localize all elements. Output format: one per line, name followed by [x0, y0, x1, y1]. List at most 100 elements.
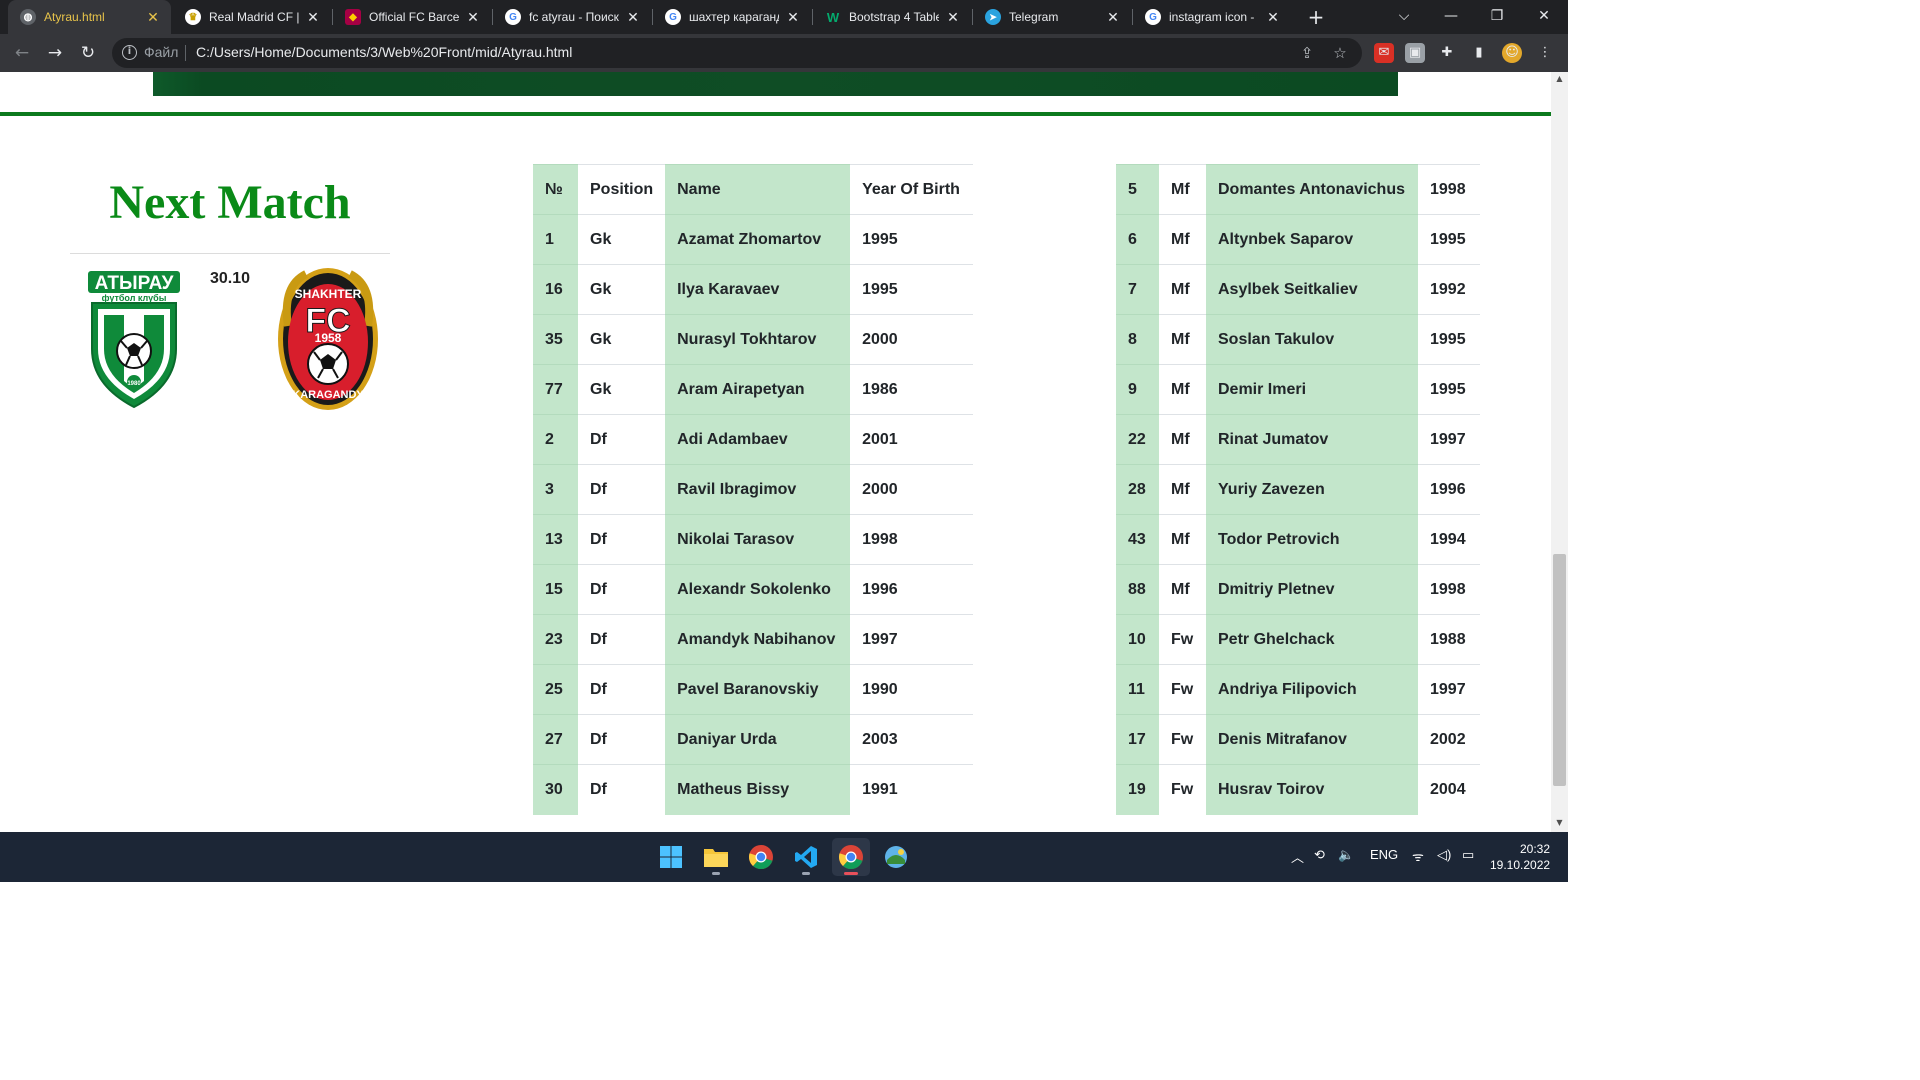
- player-year-of-birth: 1998: [1418, 564, 1480, 615]
- player-position: Mf: [1159, 364, 1206, 415]
- player-name: Adi Adambaev: [665, 414, 851, 465]
- tab-bootstrap-table[interactable]: W Bootstrap 4 Table ✕: [813, 0, 971, 34]
- address-bar[interactable]: i Файл C:/Users/Home/Documents/3/Web%20F…: [112, 38, 1362, 68]
- player-number: 9: [1116, 364, 1159, 415]
- close-icon[interactable]: ✕: [625, 9, 641, 26]
- table-row: 9 Mf Demir Imeri 1995: [1116, 364, 1480, 415]
- profile-avatar[interactable]: ☺: [1502, 43, 1522, 63]
- scroll-down-arrow-icon[interactable]: ▼: [1551, 818, 1568, 830]
- player-number: 19: [1116, 764, 1159, 815]
- bookmark-star-icon[interactable]: ☆: [1331, 44, 1349, 62]
- tab-title: Atyrau.html: [44, 10, 105, 24]
- close-icon[interactable]: ✕: [1265, 9, 1281, 26]
- player-year-of-birth: 2002: [1418, 714, 1480, 765]
- tab-telegram[interactable]: ➤ Telegram ✕: [973, 0, 1131, 34]
- restore-button[interactable]: ❐: [1474, 0, 1520, 34]
- player-position: Df: [578, 714, 666, 765]
- player-number: 28: [1116, 464, 1159, 515]
- close-icon[interactable]: ✕: [945, 9, 961, 26]
- player-name: Amandyk Nabihanov: [665, 614, 851, 665]
- tab-instagram-search[interactable]: G instagram icon - ✕: [1133, 0, 1291, 34]
- extensions-puzzle-icon[interactable]: ✚: [1437, 43, 1457, 63]
- tab-title: Telegram: [1009, 10, 1059, 24]
- close-icon[interactable]: ✕: [145, 9, 161, 26]
- player-name: Dmitriy Pletnev: [1206, 564, 1418, 615]
- player-number: 88: [1116, 564, 1159, 615]
- player-position: Df: [578, 614, 666, 665]
- minimize-button[interactable]: —: [1428, 0, 1474, 34]
- url-text[interactable]: C:/Users/Home/Documents/3/Web%20Front/mi…: [196, 44, 572, 60]
- windows-start-icon: [660, 846, 682, 868]
- menu-kebab-icon[interactable]: ⋮: [1535, 43, 1555, 63]
- tab-search-icon[interactable]: ⌵: [1381, 0, 1427, 34]
- extension-icon[interactable]: ▣: [1405, 43, 1425, 63]
- tab-fc-atyrau-search[interactable]: G fc atyrau - Поиск ✕: [493, 0, 651, 34]
- player-position: Gk: [578, 214, 666, 265]
- language-indicator[interactable]: ENG: [1370, 847, 1398, 862]
- back-button[interactable]: ←: [10, 41, 34, 65]
- barcelona-icon: ◆: [345, 9, 361, 25]
- player-number: 1: [533, 214, 578, 265]
- player-position: Fw: [1159, 614, 1206, 665]
- player-number: 10: [1116, 614, 1159, 665]
- table-row: 6 Mf Altynbek Saparov 1995: [1116, 214, 1480, 265]
- windows-start-button[interactable]: [652, 838, 690, 876]
- tray-chevron-up-icon[interactable]: ︿: [1291, 847, 1304, 866]
- player-year-of-birth: 1997: [1418, 414, 1480, 465]
- speaker-icon[interactable]: ◁): [1437, 847, 1451, 863]
- google-icon: G: [665, 9, 681, 25]
- player-name: Yuriy Zavezen: [1206, 464, 1418, 515]
- info-icon[interactable]: i: [122, 45, 137, 60]
- table-row: 88 Mf Dmitriy Pletnev 1998: [1116, 564, 1480, 615]
- player-position: Mf: [1159, 314, 1206, 365]
- control-panel-icon: [885, 846, 907, 868]
- tab-barcelona[interactable]: ◆ Official FC Barcelo ✕: [333, 0, 491, 34]
- player-number: 77: [533, 364, 578, 415]
- taskbar-vscode[interactable]: [787, 838, 825, 876]
- player-year-of-birth: 1998: [1418, 164, 1480, 215]
- taskbar-file-explorer[interactable]: [697, 838, 735, 876]
- battery-icon[interactable]: ▭: [1462, 847, 1474, 863]
- globe-icon: ◍: [20, 9, 36, 25]
- scroll-up-arrow-icon[interactable]: ▲: [1551, 74, 1568, 86]
- wifi-icon[interactable]: ᯤ: [1412, 847, 1424, 865]
- system-clock[interactable]: 20:32 19.10.2022: [1490, 841, 1550, 873]
- player-name: Ilya Karavaev: [665, 264, 851, 315]
- browser-toolbar: ← → ↻ i Файл C:/Users/Home/Documents/3/W…: [0, 34, 1568, 72]
- extension-mail-icon[interactable]: ✉: [1374, 43, 1394, 63]
- new-tab-button[interactable]: +: [1305, 4, 1327, 30]
- close-icon[interactable]: ✕: [1105, 9, 1121, 26]
- share-icon[interactable]: ⇪: [1298, 44, 1316, 62]
- volume-tray-icon[interactable]: 🔈: [1338, 847, 1354, 863]
- close-window-button[interactable]: ✕: [1521, 0, 1567, 34]
- taskbar-chrome[interactable]: [742, 838, 780, 876]
- clock-time: 20:32: [1519, 842, 1550, 856]
- close-icon[interactable]: ✕: [305, 9, 321, 26]
- player-number: 22: [1116, 414, 1159, 465]
- player-number: 15: [533, 564, 578, 615]
- tab-atyrau[interactable]: ◍ Atyrau.html ✕: [8, 0, 171, 34]
- forward-button[interactable]: →: [43, 41, 67, 65]
- player-name: Denis Mitrafanov: [1206, 714, 1418, 765]
- player-name: Pavel Baranovskiy: [665, 664, 851, 715]
- player-year-of-birth: 1990: [850, 664, 974, 715]
- table-row: 28 Mf Yuriy Zavezen 1996: [1116, 464, 1480, 515]
- page-scrollbar[interactable]: ▲ ▼: [1551, 72, 1568, 832]
- table-row: 17 Fw Denis Mitrafanov 2002: [1116, 714, 1480, 765]
- side-panel-icon[interactable]: ▮: [1469, 43, 1489, 63]
- scrollbar-thumb[interactable]: [1553, 554, 1566, 786]
- player-year-of-birth: 1995: [1418, 214, 1480, 265]
- tab-real-madrid[interactable]: ♛ Real Madrid CF | R ✕: [173, 0, 331, 34]
- close-icon[interactable]: ✕: [465, 9, 481, 26]
- player-position: Df: [578, 564, 666, 615]
- reload-button[interactable]: ↻: [76, 41, 100, 65]
- table-row: 2 Df Adi Adambaev 2001: [533, 414, 974, 465]
- sync-icon[interactable]: ⟲: [1314, 847, 1325, 863]
- telegram-icon: ➤: [985, 9, 1001, 25]
- tab-shakhter-search[interactable]: G шахтер караганд ✕: [653, 0, 811, 34]
- taskbar-chrome-active[interactable]: [832, 838, 870, 876]
- close-icon[interactable]: ✕: [785, 9, 801, 26]
- table-header-row: № Position Name Year Of Birth: [533, 164, 974, 215]
- taskbar-control-panel[interactable]: [877, 838, 915, 876]
- player-year-of-birth: 1992: [1418, 264, 1480, 315]
